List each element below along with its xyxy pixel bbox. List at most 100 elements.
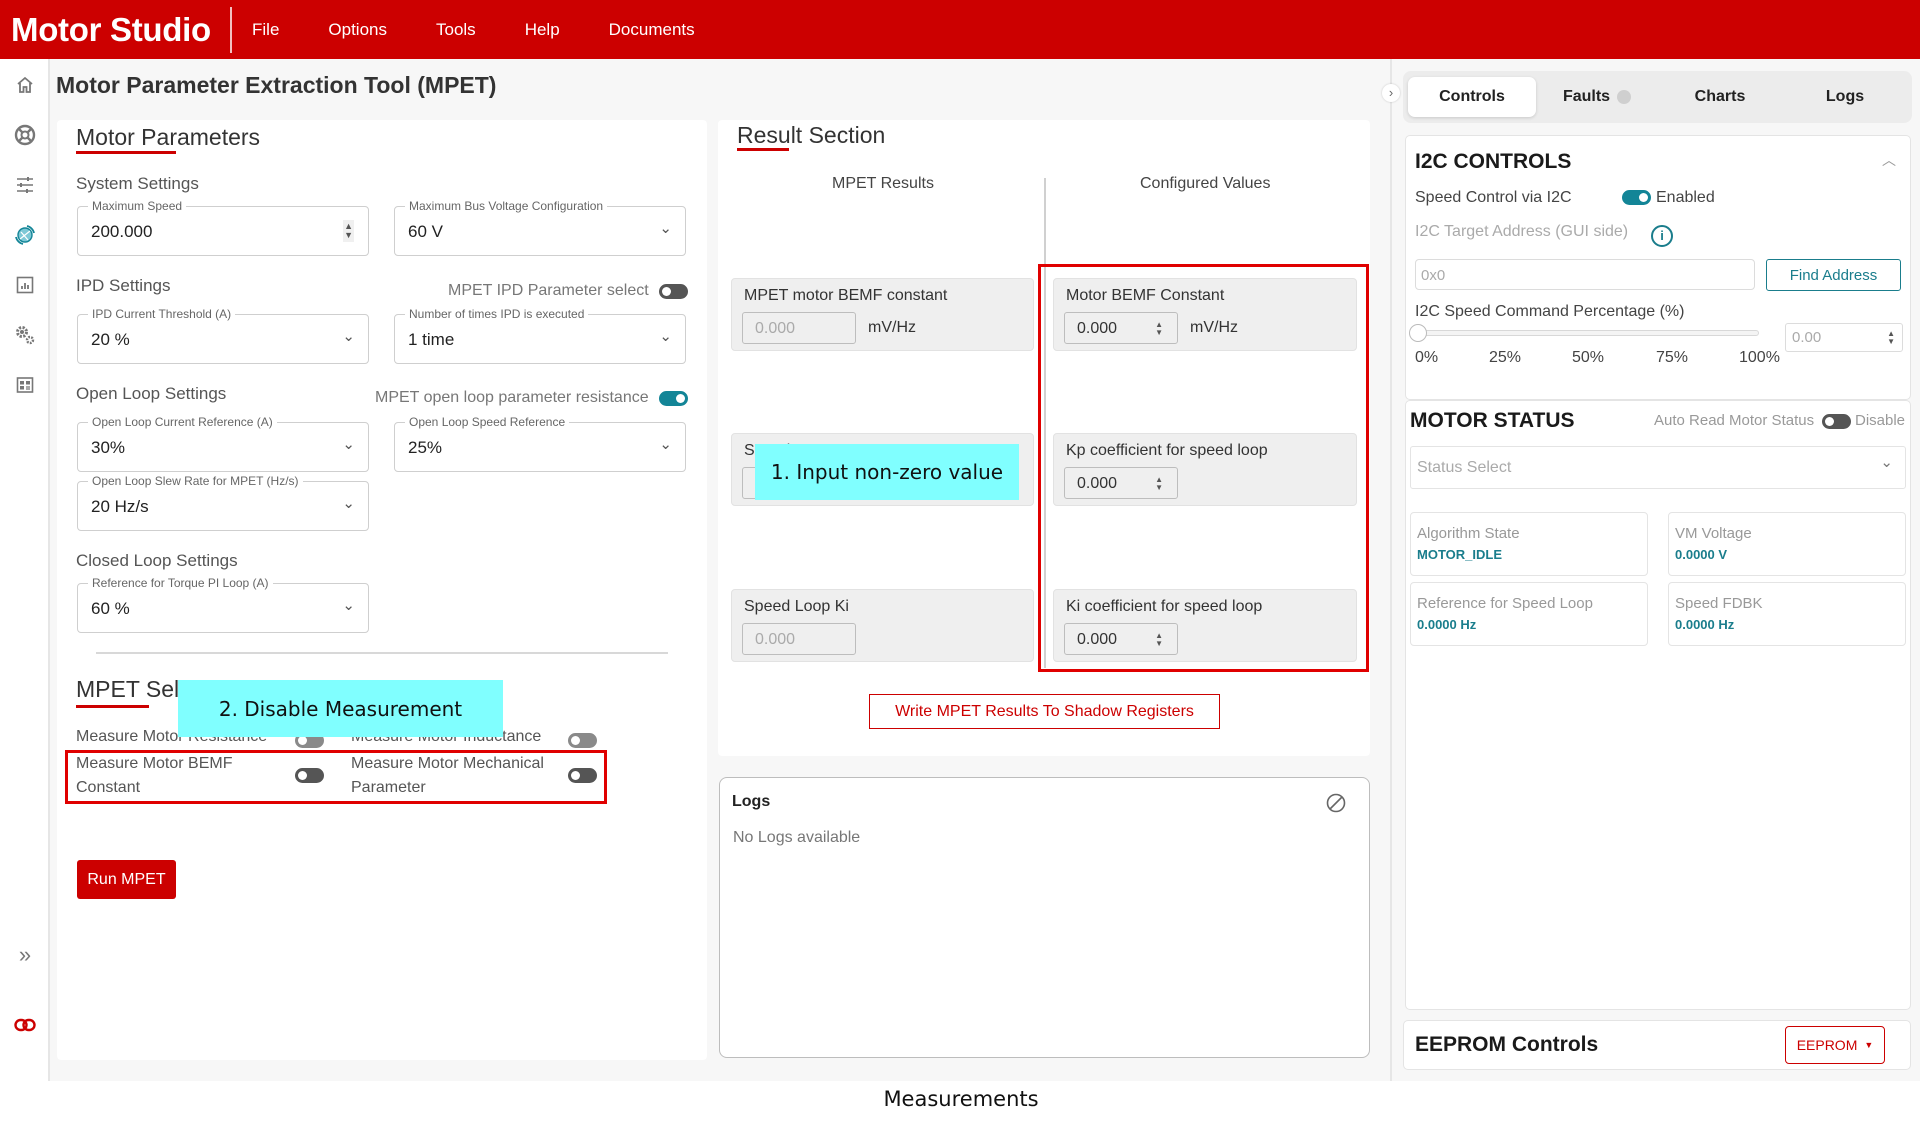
status-select-placeholder: Status Select — [1417, 459, 1512, 476]
ipd-times-label: Number of times IPD is executed — [405, 307, 589, 321]
closed-loop-settings-heading: Closed Loop Settings — [76, 551, 238, 570]
max-speed-label: Maximum Speed — [88, 199, 187, 213]
app-brand: Motor Studio — [0, 6, 232, 53]
torque-pi-ref-select[interactable]: Reference for Torque PI Loop (A) 60 % ⌄ — [77, 576, 369, 633]
tab-charts[interactable]: Charts — [1656, 77, 1784, 117]
stat-speed-fdbk: Speed FDBK 0.0000 Hz — [1668, 582, 1906, 646]
title-underline — [76, 705, 149, 708]
menu-help[interactable]: Help — [525, 20, 560, 40]
tab-controls[interactable]: Controls — [1408, 77, 1536, 117]
lifebuoy-icon[interactable] — [13, 123, 37, 147]
right-tabs: Controls Faults Charts Logs — [1403, 71, 1912, 123]
mpet-ki-label: Speed Loop Ki — [744, 598, 849, 615]
spinner-icon[interactable]: ▲ ▼ — [343, 220, 354, 242]
open-loop-param-resistance-toggle[interactable] — [659, 391, 688, 406]
max-speed-field[interactable]: Maximum Speed 200.000 ▲ ▼ — [77, 199, 369, 256]
chart-icon[interactable] — [13, 273, 37, 297]
write-shadow-registers-button[interactable]: Write MPET Results To Shadow Registers — [869, 694, 1220, 729]
motor-status-card — [1405, 400, 1911, 1010]
link-icon[interactable] — [13, 1013, 37, 1037]
measure-inductance-toggle[interactable] — [568, 733, 597, 748]
menu-options[interactable]: Options — [328, 20, 387, 40]
stat-label: Algorithm State — [1417, 525, 1520, 542]
menu-tools[interactable]: Tools — [436, 20, 476, 40]
speed-control-i2c-label: Speed Control via I2C — [1415, 189, 1572, 206]
configured-values-heading: Configured Values — [1140, 175, 1271, 192]
page-title: Motor Parameter Extraction Tool (MPET) — [56, 72, 497, 98]
chevron-down-icon: ⌄ — [342, 597, 355, 614]
stat-value: 0.0000 V — [1675, 547, 1728, 562]
eeprom-dropdown-button[interactable]: EEPROM ▼ — [1785, 1026, 1885, 1064]
chevron-down-icon: ⌄ — [659, 328, 672, 345]
caret-down-icon: ▼ — [1864, 1040, 1874, 1050]
ipd-current-threshold-value: 20 % — [91, 330, 130, 349]
caption-text: Measurements — [883, 1087, 1039, 1111]
mpet-globe-icon[interactable] — [13, 223, 37, 247]
tab-logs[interactable]: Logs — [1781, 77, 1909, 117]
motor-status-title: MOTOR STATUS — [1410, 409, 1575, 432]
collapse-chevron-up-icon[interactable]: ︿ — [1882, 150, 1896, 170]
speed-control-i2c-toggle[interactable] — [1622, 190, 1651, 205]
slider-tick-75: 75% — [1656, 349, 1689, 366]
spinner-icon[interactable]: ▲ ▼ — [1887, 330, 1895, 346]
menu-documents[interactable]: Documents — [609, 20, 695, 40]
open-loop-param-resistance-label: MPET open loop parameter resistance — [375, 389, 649, 406]
mpet-ki-card: Speed Loop Ki 0.000 — [731, 589, 1034, 662]
clear-icon[interactable] — [1325, 792, 1347, 819]
info-icon[interactable]: i — [1651, 225, 1673, 247]
speed-cmd-value: 0.00 — [1792, 329, 1822, 346]
ipd-param-select-toggle[interactable] — [659, 284, 688, 299]
open-loop-speed-ref-value: 25% — [408, 438, 443, 457]
i2c-controls-title: I2C CONTROLS — [1415, 150, 1572, 173]
double-chevron-right-icon[interactable]: » — [13, 942, 37, 967]
slider-tick-50: 50% — [1572, 349, 1605, 366]
logs-title: Logs — [732, 793, 771, 810]
torque-pi-ref-value: 60 % — [91, 599, 130, 618]
home-icon[interactable] — [13, 73, 37, 97]
stat-vm-voltage: VM Voltage 0.0000 V — [1668, 512, 1906, 576]
tab-controls-label: Controls — [1439, 88, 1505, 105]
open-loop-slew-rate-select[interactable]: Open Loop Slew Rate for MPET (Hz/s) 20 H… — [77, 474, 369, 531]
result-section-title: Result Section — [737, 122, 886, 148]
tab-faults[interactable]: Faults — [1533, 77, 1661, 117]
mpet-ki-value: 0.000 — [755, 631, 796, 648]
title-underline — [76, 151, 176, 154]
mpet-bemf-label: MPET motor BEMF constant — [744, 287, 948, 304]
open-loop-speed-ref-select[interactable]: Open Loop Speed Reference 25% ⌄ — [394, 415, 686, 472]
title-underline — [737, 148, 789, 151]
max-bus-voltage-select[interactable]: Maximum Bus Voltage Configuration 60 V ⌄ — [394, 199, 686, 256]
ipd-times-value: 1 time — [408, 330, 455, 349]
menu-file[interactable]: File — [252, 20, 279, 40]
speed-cmd-slider-thumb[interactable] — [1409, 324, 1427, 342]
find-address-button[interactable]: Find Address — [1766, 259, 1901, 291]
status-select-dropdown[interactable]: Status Select ⌄ — [1410, 446, 1906, 489]
sliders-icon[interactable] — [13, 173, 37, 197]
mpet-results-heading: MPET Results — [832, 175, 934, 192]
mpet-select-title: MPET Sel — [76, 676, 180, 702]
max-speed-value: 200.000 — [91, 222, 153, 241]
register-map-icon[interactable] — [13, 373, 37, 397]
ipd-current-threshold-select[interactable]: IPD Current Threshold (A) 20 % ⌄ — [77, 307, 369, 364]
open-loop-current-ref-value: 30% — [91, 438, 126, 457]
open-loop-current-ref-select[interactable]: Open Loop Current Reference (A) 30% ⌄ — [77, 415, 369, 472]
stat-label: Reference for Speed Loop — [1417, 595, 1593, 612]
stat-value: MOTOR_IDLE — [1417, 547, 1502, 562]
logs-panel — [719, 777, 1370, 1058]
speed-cmd-value-input[interactable]: 0.00 ▲ ▼ — [1785, 323, 1903, 352]
auto-read-toggle[interactable] — [1822, 414, 1851, 429]
motor-parameters-title: Motor Parameters — [76, 124, 261, 150]
open-loop-settings-heading: Open Loop Settings — [76, 384, 227, 403]
gears-icon[interactable] — [13, 323, 37, 347]
ipd-times-select[interactable]: Number of times IPD is executed 1 time ⌄ — [394, 307, 686, 364]
collapse-panel-chevron-icon[interactable]: › — [1382, 84, 1400, 102]
max-bus-voltage-label: Maximum Bus Voltage Configuration — [405, 199, 608, 213]
section-divider — [96, 652, 668, 654]
mpet-bemf-unit: mV/Hz — [868, 319, 916, 336]
chevron-down-icon: ⌄ — [342, 495, 355, 512]
chevron-down-icon: ⌄ — [342, 328, 355, 345]
stat-speed-loop-ref: Reference for Speed Loop 0.0000 Hz — [1410, 582, 1648, 646]
target-address-input[interactable]: 0x0 — [1415, 259, 1755, 290]
slider-tick-25: 25% — [1489, 349, 1522, 366]
run-mpet-button[interactable]: Run MPET — [77, 860, 176, 899]
speed-cmd-slider-track[interactable] — [1417, 330, 1759, 336]
